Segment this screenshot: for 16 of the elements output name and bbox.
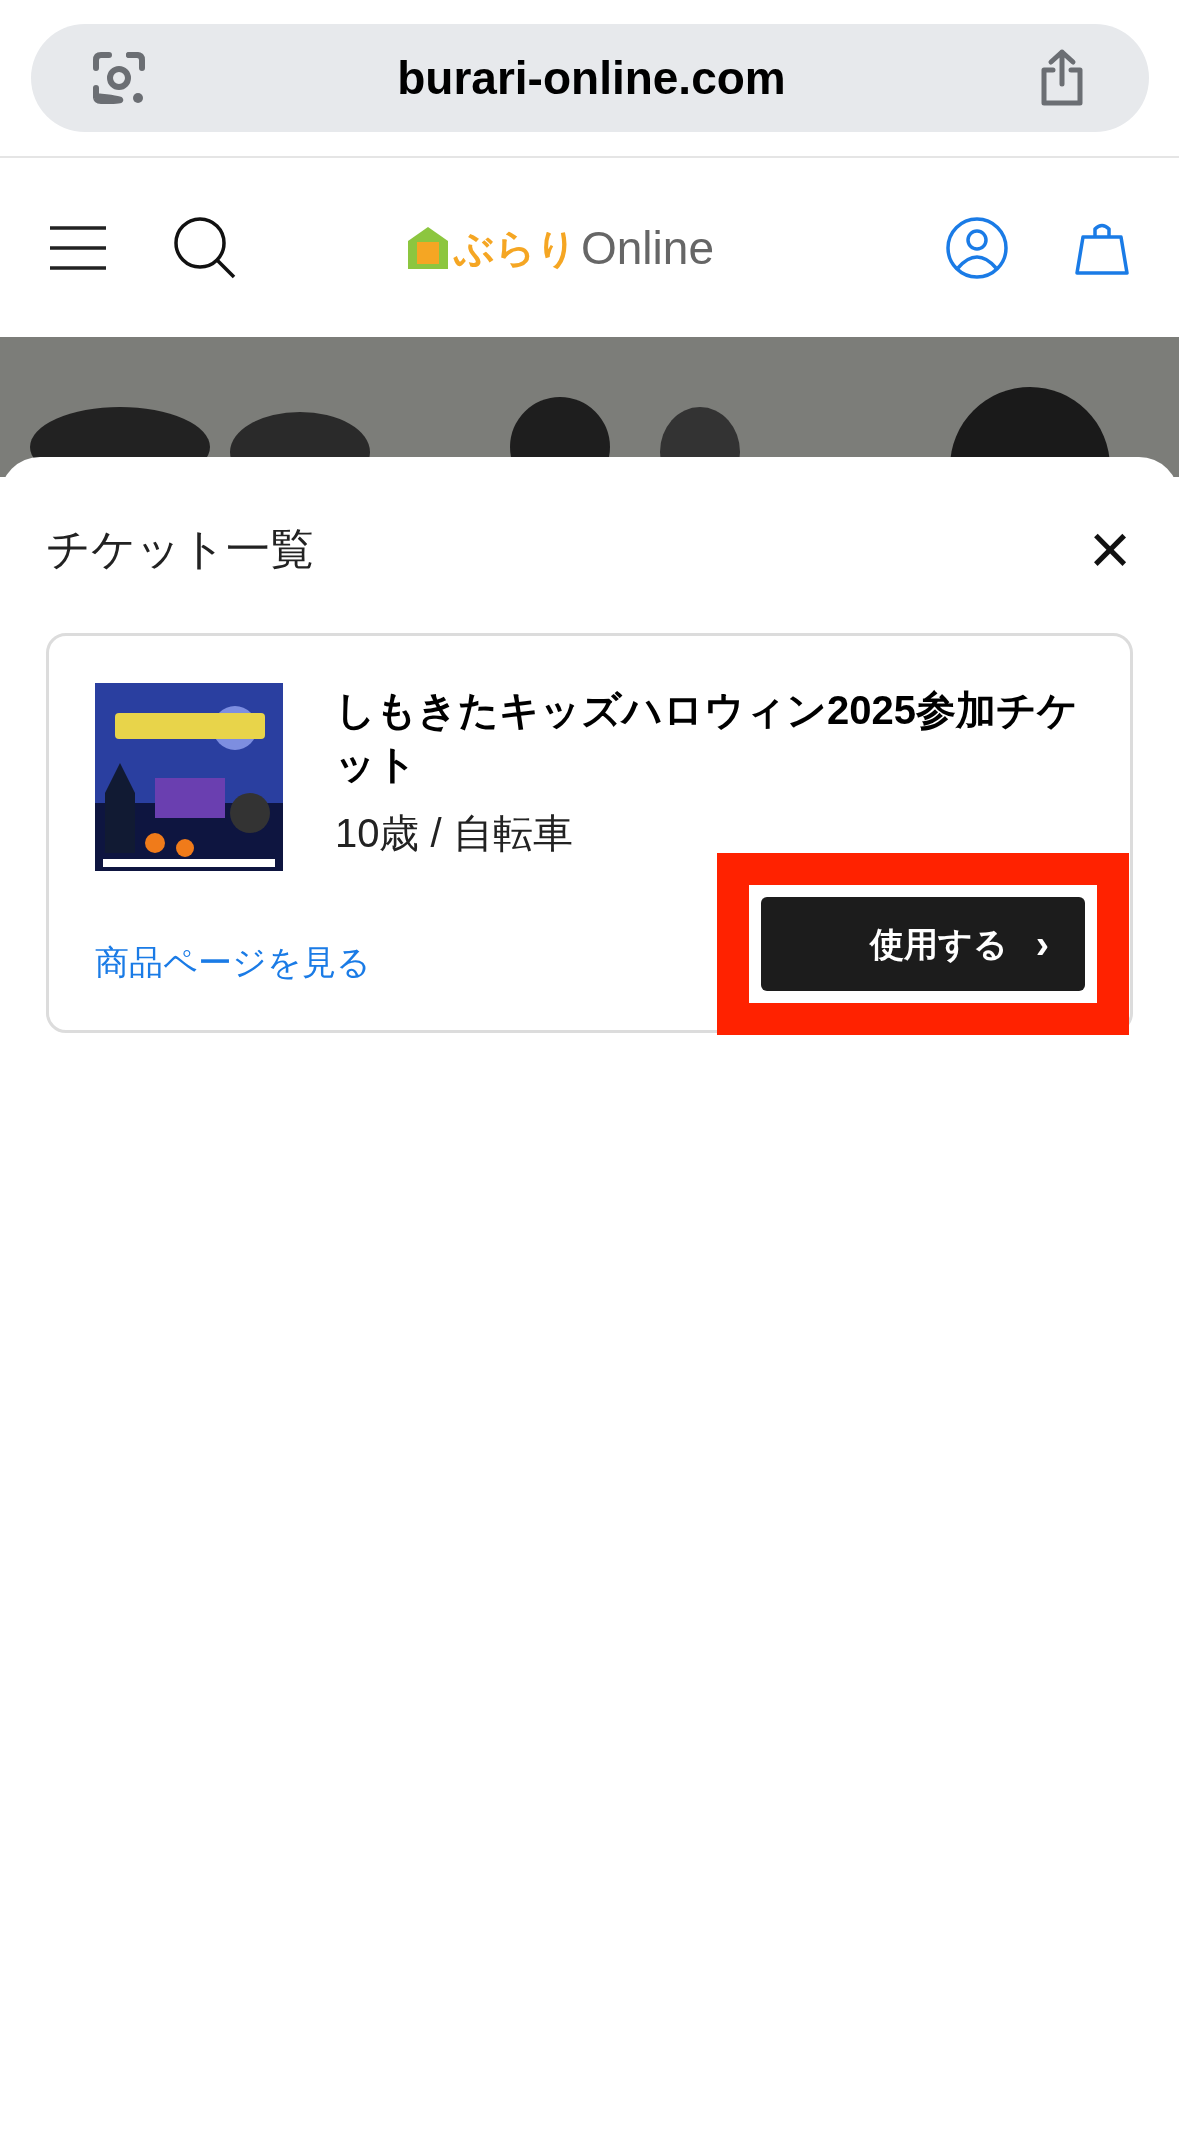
search-icon[interactable] — [172, 214, 238, 281]
ticket-title: しもきたキッズハロウィン2025参加チケット — [335, 687, 1079, 788]
close-button[interactable]: × — [1088, 513, 1133, 585]
logo-mark: ぶらり — [454, 227, 577, 268]
logo-word: Online — [581, 224, 714, 271]
use-button[interactable]: 使用する › — [761, 897, 1085, 991]
visual-lookup-icon[interactable] — [90, 50, 147, 106]
address-bar[interactable]: burari-online.com — [30, 24, 1149, 132]
ticket-variant: 10歳 / 自転車 — [335, 810, 574, 857]
house-icon — [406, 224, 450, 271]
url-text: burari-online.com — [397, 50, 786, 106]
account-icon[interactable] — [945, 215, 1009, 280]
sheet-title: チケット一覧 — [46, 523, 314, 575]
site-logo[interactable]: ぶらり Online — [406, 224, 714, 271]
menu-icon[interactable] — [48, 224, 108, 271]
product-page-link[interactable]: 商品ページを見る — [95, 937, 371, 988]
